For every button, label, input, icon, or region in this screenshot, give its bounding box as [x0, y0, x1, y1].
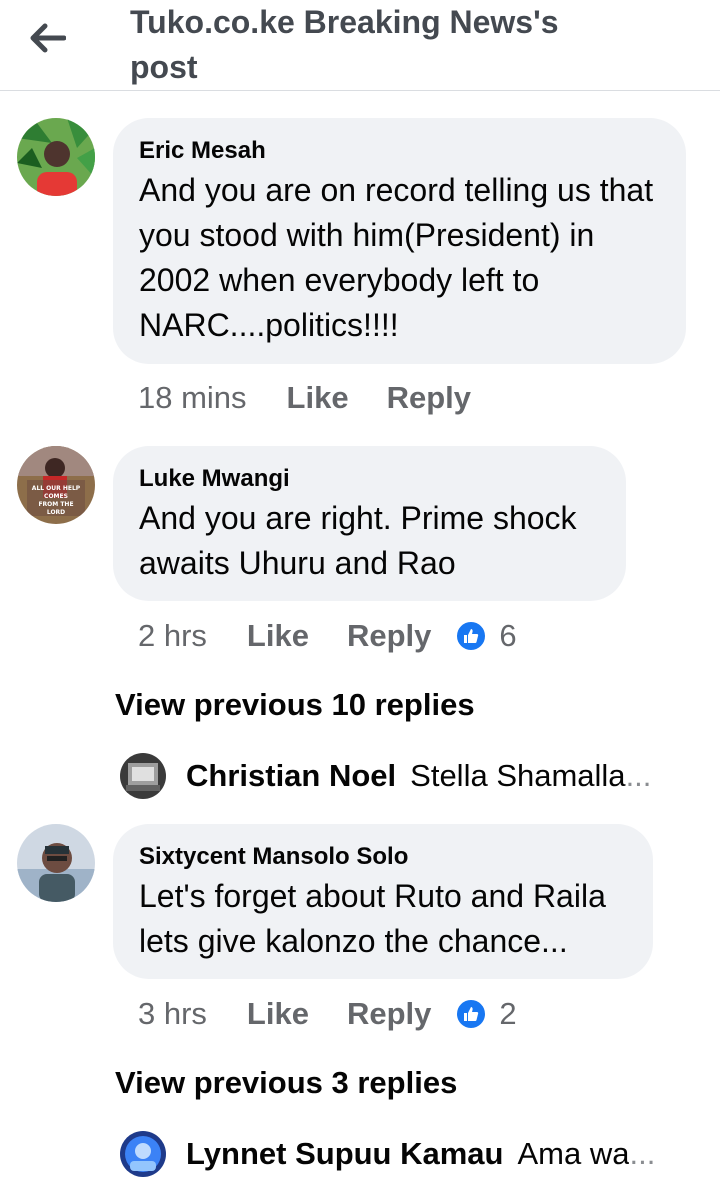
avatar[interactable]	[17, 118, 95, 196]
comment-author[interactable]: Sixtycent Mansolo Solo	[139, 842, 627, 872]
thumbs-up-icon	[455, 620, 488, 652]
reply-ellipsis: ...	[629, 1136, 656, 1171]
reply-button[interactable]: Reply	[387, 380, 471, 416]
avatar-caption: FROM THE	[38, 501, 73, 508]
thumbs-up-icon	[455, 998, 488, 1030]
comment-text: And you are right. Prime shock awaits Uh…	[139, 500, 577, 581]
like-button[interactable]: Like	[287, 380, 349, 416]
reply-button[interactable]: Reply	[347, 618, 431, 654]
avatar[interactable]: ALL OUR HELP COMES FROM THE LORD	[17, 446, 95, 524]
comment-author[interactable]: Luke Mwangi	[139, 464, 600, 494]
avatar	[120, 753, 166, 799]
reaction-summary[interactable]: 6	[455, 618, 517, 654]
like-button[interactable]: Like	[247, 618, 309, 654]
avatar-caption: LORD	[47, 509, 65, 516]
comment-timestamp[interactable]: 18 mins	[138, 380, 247, 416]
comment-text: And you are on record telling us that yo…	[139, 172, 654, 343]
comment-text: Let's forget about Ruto and Raila lets g…	[139, 878, 606, 959]
reply-preview[interactable]: Lynnet Supuu Kamau Ama wa ...	[120, 1128, 680, 1180]
page-title: Tuko.co.ke Breaking News's post	[130, 4, 559, 85]
avatar-caption: ALL OUR HELP	[32, 485, 81, 492]
comment-actions: 18 mins Like Reply	[138, 376, 509, 420]
comment-bubble[interactable]: Sixtycent Mansolo Solo Let's forget abou…	[113, 824, 653, 979]
post-header: Tuko.co.ke Breaking News's post	[0, 0, 720, 91]
comment-bubble[interactable]: Luke Mwangi And you are right. Prime sho…	[113, 446, 626, 601]
avatar-caption: COMES	[44, 493, 68, 500]
reply-snippet: Ama wa	[517, 1136, 630, 1171]
reply-snippet: Stella Shamalla	[410, 758, 626, 793]
reply-author[interactable]: Christian Noel	[186, 758, 396, 794]
back-button[interactable]	[24, 18, 70, 58]
reaction-count: 2	[499, 996, 517, 1031]
like-button[interactable]: Like	[247, 996, 309, 1032]
comment-actions: 3 hrs Like Reply 2	[138, 992, 517, 1036]
view-previous-replies-link[interactable]: View previous 10 replies	[115, 685, 475, 725]
arrow-left-icon	[30, 23, 66, 53]
comment-timestamp[interactable]: 3 hrs	[138, 996, 207, 1032]
comment-actions: 2 hrs Like Reply 6	[138, 614, 517, 658]
reply-author[interactable]: Lynnet Supuu Kamau	[186, 1136, 503, 1172]
reply-ellipsis: ...	[625, 758, 652, 793]
reaction-count: 6	[499, 618, 517, 653]
reaction-summary[interactable]: 2	[455, 996, 517, 1032]
avatar	[120, 1131, 166, 1177]
comment-author[interactable]: Eric Mesah	[139, 136, 660, 166]
comment-bubble[interactable]: Eric Mesah And you are on record telling…	[113, 118, 686, 364]
reply-preview[interactable]: Christian Noel Stella Shamalla ...	[120, 750, 680, 802]
view-previous-replies-link[interactable]: View previous 3 replies	[115, 1063, 457, 1103]
reply-button[interactable]: Reply	[347, 996, 431, 1032]
comment-timestamp[interactable]: 2 hrs	[138, 618, 207, 654]
avatar[interactable]	[17, 824, 95, 902]
